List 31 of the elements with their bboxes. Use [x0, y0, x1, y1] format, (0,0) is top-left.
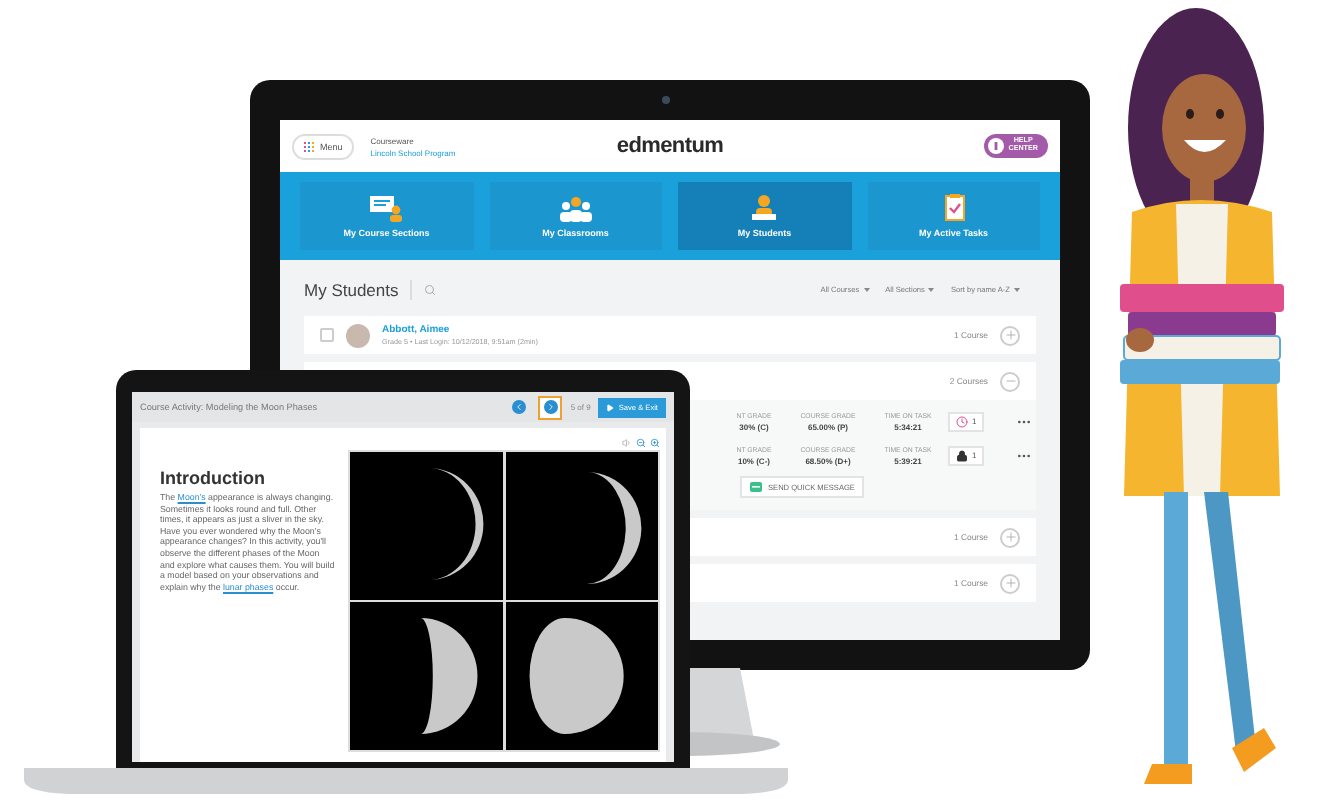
message-icon [750, 482, 762, 492]
play-icon [606, 403, 615, 411]
collapse-button[interactable] [1000, 371, 1020, 391]
search-icon[interactable] [424, 284, 437, 296]
plus-icon [1003, 576, 1017, 590]
logo: edmentum [616, 134, 724, 158]
plus-icon [1003, 328, 1017, 342]
lock-icon [956, 449, 968, 461]
caret-icon [1014, 288, 1020, 292]
checkbox[interactable] [320, 328, 334, 342]
avatar [346, 323, 370, 347]
plus-icon [1003, 530, 1017, 544]
clock-icon [956, 415, 968, 427]
whiteboard-icon [368, 194, 405, 222]
caret-icon [863, 288, 870, 292]
chevron-right-icon [543, 400, 558, 414]
speaker-icon[interactable] [622, 437, 632, 447]
expand-button[interactable] [1000, 325, 1020, 345]
group-icon [557, 194, 594, 222]
caret-icon [928, 288, 935, 292]
camera-dot [662, 96, 670, 104]
expand-button[interactable] [1000, 573, 1020, 593]
section-title: My Students [304, 280, 399, 300]
chevron-left-icon [511, 400, 526, 414]
zoom-out-icon[interactable] [636, 437, 646, 447]
minus-icon [1003, 374, 1017, 388]
help-icon [988, 138, 1005, 154]
activity-heading: Introduction [160, 468, 267, 488]
next-button[interactable] [538, 395, 563, 419]
zoom-in-icon[interactable] [650, 437, 660, 447]
expand-button[interactable] [1000, 527, 1020, 547]
